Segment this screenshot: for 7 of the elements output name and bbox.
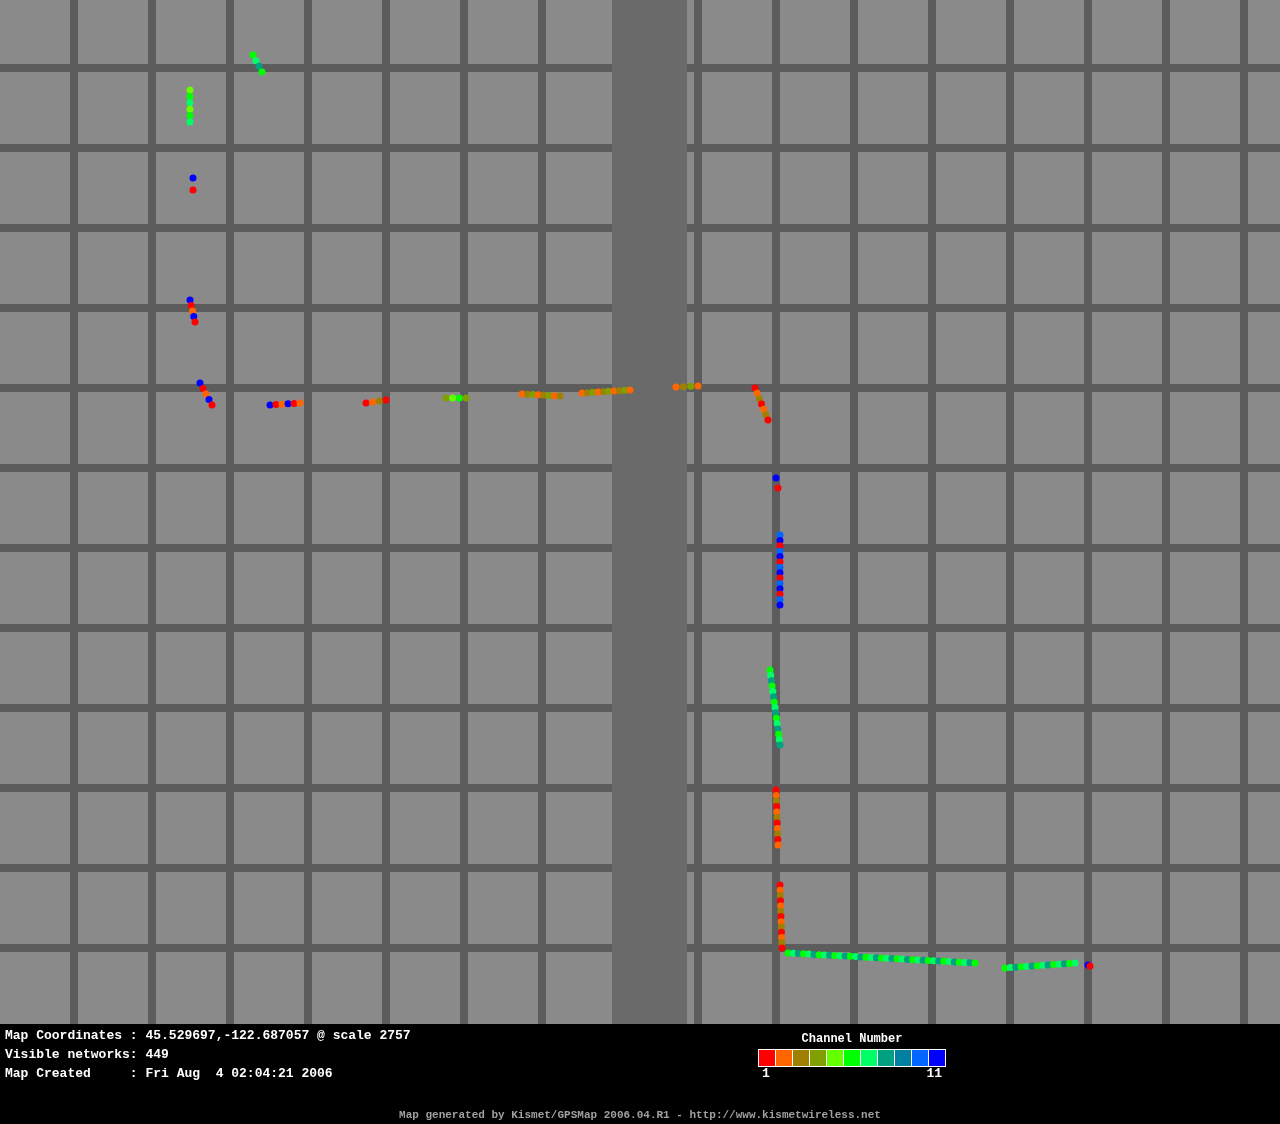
- scale-min-label: 1: [762, 1067, 770, 1081]
- map-info-line: Map Created : Fri Aug 4 02:04:21 2006: [5, 1065, 334, 1083]
- scale-max-label: 11: [926, 1067, 942, 1081]
- map-info-line: Visible networks: 449: [5, 1046, 170, 1064]
- legend-title: Channel Number: [801, 1032, 903, 1046]
- map-info-line: Map Coordinates : 45.529697,-122.687057 @ scale 2757: [5, 1027, 411, 1045]
- footer-credit: Map generated by Kismet/GPSMap 2006.04.R1 - http://www.kismetwireless.net: [399, 1108, 881, 1122]
